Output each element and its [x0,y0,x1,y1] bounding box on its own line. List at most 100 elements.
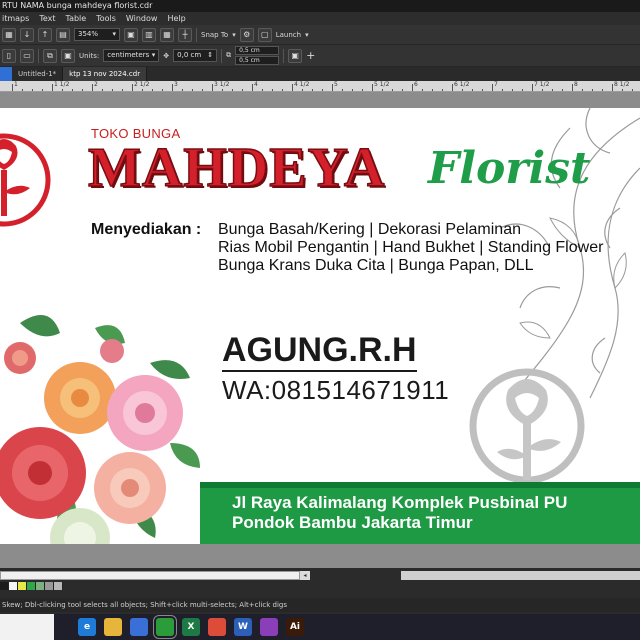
coreldraw-window: RTU NAMA bunga mahdeya florist.cdr itmap… [0,0,640,640]
windows-taskbar: e X W Ai [0,614,640,640]
full-screen-icon[interactable]: ▣ [124,27,138,42]
ruler-label: 6 [414,81,418,88]
palette-swatch[interactable] [54,582,63,590]
pdf-icon[interactable]: ▤ [56,27,70,42]
taskbar-chrome-icon[interactable] [208,618,226,636]
landscape-icon[interactable]: ▭ [20,48,34,63]
palette-swatch[interactable] [18,582,27,590]
horizontal-scrollbar[interactable] [0,571,300,580]
ruler-tick [532,84,533,91]
taskbar-store-icon[interactable] [130,618,148,636]
portrait-icon[interactable]: ▯ [2,48,16,63]
ruler-label: 7 1/2 [534,81,550,88]
taskbar-search-box[interactable] [0,614,54,640]
horizontal-ruler[interactable]: 1 1 1/2 2 2 1/2 3 3 1/2 4 4 1/2 5 5 1/2 6 6 1/2 7 7 1… [0,81,640,92]
treat-as-filled-icon[interactable]: ▣ [288,48,303,63]
palette-swatch[interactable] [9,582,18,590]
menu-window[interactable]: Window [126,12,158,25]
ruler-label: 8 1/2 [614,81,630,88]
taskbar-edge-icon[interactable]: e [78,618,96,636]
launch-icon[interactable]: ▢ [257,27,272,42]
zoom-level-value: 354% [78,30,99,38]
options-icon[interactable]: ⚙ [239,27,254,42]
taskbar-file-explorer-icon[interactable] [104,618,122,636]
tab-untitled[interactable]: Untitled-1* [12,67,64,81]
ruler-tick [492,84,493,91]
ruler-tick [292,84,293,91]
all-pages-icon[interactable]: ⧉ [43,48,57,63]
rose-watermark-icon [469,368,585,484]
guidelines-icon[interactable]: ┼ [178,27,192,42]
menu-table[interactable]: Table [66,12,87,25]
menu-tools[interactable]: Tools [96,12,116,25]
nudge-distance-value: 0,0 cm [177,51,202,59]
duplicate-x-field[interactable]: 0,5 cm [235,46,280,55]
drawing-canvas[interactable]: TOKO BUNGA MAHDEYA Florist Menyediakan :… [0,92,640,568]
units-value: centimeters [107,51,150,59]
chevron-down-icon: ▾ [151,51,156,59]
ruler-label: 4 [254,81,258,88]
address-text: Jl Raya Kalimalang Komplek Pusbinal PU P… [232,493,567,533]
scroll-right-arrow-icon[interactable]: ◂ [300,571,310,580]
status-bar: Skew; Dbl-clicking tool selects all obje… [0,598,640,612]
florist-script-title: Florist [428,143,591,194]
import-icon[interactable]: ↓ [20,27,34,42]
export-icon[interactable]: ↑ [38,27,52,42]
separator [196,27,197,42]
menu-bitmaps[interactable]: itmaps [2,12,29,25]
palette-swatch[interactable] [45,582,54,590]
ruler-label: 8 [574,81,578,88]
separator [38,48,39,63]
chevron-down-icon[interactable]: ▾ [305,31,309,39]
grid-icon[interactable]: ▦ [160,27,174,42]
ruler-label: 6 1/2 [454,81,470,88]
launch-button[interactable]: Launch [276,31,301,39]
ruler-tick [212,84,213,91]
taskbar-word-icon[interactable]: W [234,618,252,636]
palette-swatch[interactable] [36,582,45,590]
ruler-label: 5 1/2 [374,81,390,88]
ruler-tick [452,84,453,91]
ruler-label: 1 1/2 [54,81,70,88]
ruler-label: 4 1/2 [294,81,310,88]
separator [221,48,223,63]
menu-text[interactable]: Text [39,12,55,25]
snap-to-button[interactable]: Snap To [201,31,228,39]
owner-name: AGUNG.R.H [222,332,417,372]
services-heading: Menyediakan : [91,221,202,238]
window-title: RTU NAMA bunga mahdeya florist.cdr [0,0,640,12]
ruler-label: 1 [14,81,18,88]
property-bar: ▯ ▭ ⧉ ▣ Units: centimeters ▾ ✥ 0,0 cm ⇕ ⧉ … [0,45,640,67]
duplicate-y-field[interactable]: 0,5 cm [235,56,280,65]
current-page-icon[interactable]: ▣ [61,48,75,63]
whatsapp-number: WA:081514671911 [222,375,450,405]
address-line: Jl Raya Kalimalang Komplek Pusbinal PU [232,493,568,512]
ruler-tick [12,84,13,91]
duplicate-y-value: 0,5 cm [239,57,260,64]
ruler-tick [132,84,133,91]
palette-swatch[interactable] [27,582,36,590]
palette-swatch[interactable] [0,582,9,590]
nudge-distance-field[interactable]: 0,0 cm ⇕ [173,49,218,62]
banner-stripe [200,482,640,488]
ruler-tick [332,84,333,91]
chevron-down-icon[interactable]: ▾ [232,31,236,39]
service-line: Rias Mobil Pengantin | Hand Bukhet | Sta… [218,239,604,256]
taskbar-coreldraw-icon[interactable] [153,615,177,639]
taskbar-excel-icon[interactable]: X [182,618,200,636]
ruler-tick [252,84,253,91]
units-select[interactable]: centimeters ▾ [103,49,160,62]
taskbar-app-purple-icon[interactable] [260,618,278,636]
rulers-icon[interactable]: ▥ [142,27,156,42]
business-card[interactable]: TOKO BUNGA MAHDEYA Florist Menyediakan :… [0,108,640,544]
taskbar-illustrator-icon[interactable]: Ai [286,618,304,636]
spinner-icon: ⇕ [207,51,214,59]
tab-ktp[interactable]: ktp 13 nov 2024.cdr [63,67,148,81]
ruler-tick [92,84,93,91]
document-tabs: Untitled-1* ktp 13 nov 2024.cdr [0,67,640,81]
save-icon[interactable]: ▦ [2,27,16,42]
add-icon[interactable]: + [306,49,315,62]
horizontal-scrollbar-thumb[interactable] [401,571,640,580]
menu-help[interactable]: Help [167,12,185,25]
zoom-level-field[interactable]: 354% ▾ [74,28,120,41]
